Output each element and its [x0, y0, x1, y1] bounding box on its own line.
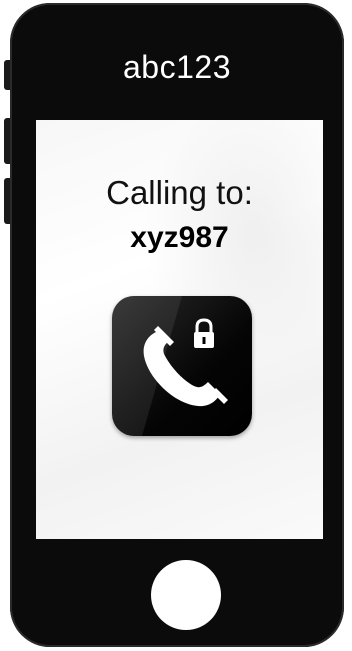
home-button[interactable]	[151, 560, 221, 630]
caller-id-label: abc123	[123, 49, 231, 85]
phone-handset-icon	[143, 326, 228, 407]
lock-icon	[194, 318, 214, 348]
secure-phone-icon-graphic	[112, 296, 228, 436]
phone-body: abc123 Calling to: xyz987	[10, 3, 344, 647]
phone-screen: Calling to: xyz987	[36, 120, 323, 539]
calling-label: Calling to:	[106, 174, 253, 211]
callee-id: xyz987	[130, 221, 229, 254]
secure-phone-icon[interactable]	[112, 296, 252, 436]
phone-mockup: abc123 Calling to: xyz987	[0, 0, 352, 651]
